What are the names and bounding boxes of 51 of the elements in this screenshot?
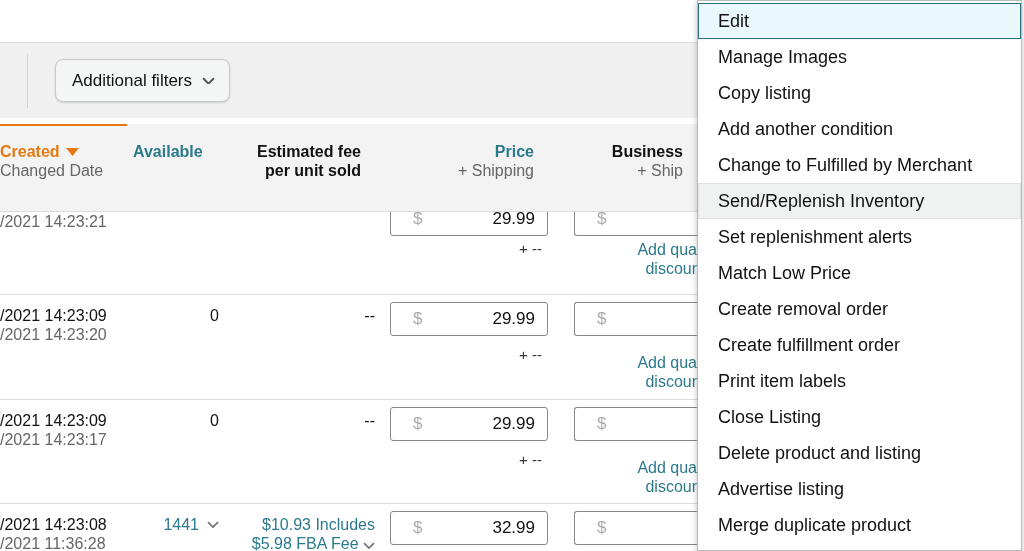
column-header[interactable]: Price (494, 142, 534, 161)
fee-value: -- (364, 411, 375, 430)
fee-value: -- (364, 306, 375, 325)
chevron-down-icon (207, 520, 219, 529)
menu-item[interactable]: Print item labels (698, 363, 1021, 399)
available-link[interactable]: 1441 (163, 515, 219, 534)
menu-item[interactable]: Set replenishment alerts (698, 219, 1021, 255)
fee-link[interactable]: $10.93 Includes $5.98 FBA Fee (225, 515, 375, 551)
quantity-discount-link[interactable]: Add qua discour (637, 240, 697, 278)
price-field[interactable]: $ 29.99 (390, 212, 548, 236)
menu-item[interactable]: Send/Replenish Inventory (698, 183, 1021, 219)
column-subheader: Changed Date (0, 161, 104, 180)
changed-date: /2021 11:36:28 (0, 534, 106, 551)
price-field[interactable]: $ 29.99 (390, 302, 548, 336)
quantity-discount-link[interactable]: Add qua discour (637, 353, 697, 391)
column-header: Estimated fee (256, 142, 361, 161)
menu-item[interactable]: Edit (698, 3, 1021, 39)
menu-item[interactable]: Match Low Price (698, 255, 1021, 291)
menu-item[interactable]: Add another condition (698, 111, 1021, 147)
menu-item[interactable]: Create fulfillment order (698, 327, 1021, 363)
chevron-down-icon (202, 76, 215, 85)
shipping-value: + -- (519, 346, 542, 363)
price-field[interactable]: $ 32.99 (390, 511, 548, 545)
changed-date: /2021 14:23:20 (0, 325, 107, 344)
created-date: /2021 14:23:09 (0, 411, 107, 430)
menu-item[interactable]: Create removal order (698, 291, 1021, 327)
created-date: /2021 14:23:09 (0, 306, 107, 325)
available-count: 0 (210, 306, 219, 325)
menu-item[interactable]: Copy listing (698, 75, 1021, 111)
available-count: 0 (210, 411, 219, 430)
additional-filters-button[interactable]: Additional filters (55, 59, 230, 102)
column-header[interactable]: Available (133, 142, 203, 161)
menu-item[interactable]: Merge duplicate product (698, 507, 1021, 543)
column-subheader: + Shipping (457, 161, 534, 180)
created-date: /2021 14:23:08 (0, 515, 107, 534)
chevron-down-icon (363, 541, 375, 549)
column-subheader: + Ship (637, 161, 683, 180)
sort-arrow-icon (65, 147, 79, 156)
column-header: Business (611, 142, 683, 161)
shipping-value: + -- (519, 451, 542, 468)
quantity-discount-link[interactable]: Add qua discour (637, 458, 697, 496)
menu-item[interactable]: Delete product and listing (698, 435, 1021, 471)
menu-item[interactable]: Manage Images (698, 39, 1021, 75)
menu-item[interactable]: Advertise listing (698, 471, 1021, 507)
changed-date: /2021 14:23:17 (0, 430, 107, 449)
shipping-value: + -- (519, 240, 542, 257)
price-field[interactable]: $ 29.99 (390, 407, 548, 441)
menu-item[interactable]: Close Listing (698, 399, 1021, 435)
changed-date: /2021 14:23:21 (0, 212, 107, 231)
column-subheader: per unit sold (265, 161, 361, 180)
menu-item[interactable]: Change to Fulfilled by Merchant (698, 147, 1021, 183)
